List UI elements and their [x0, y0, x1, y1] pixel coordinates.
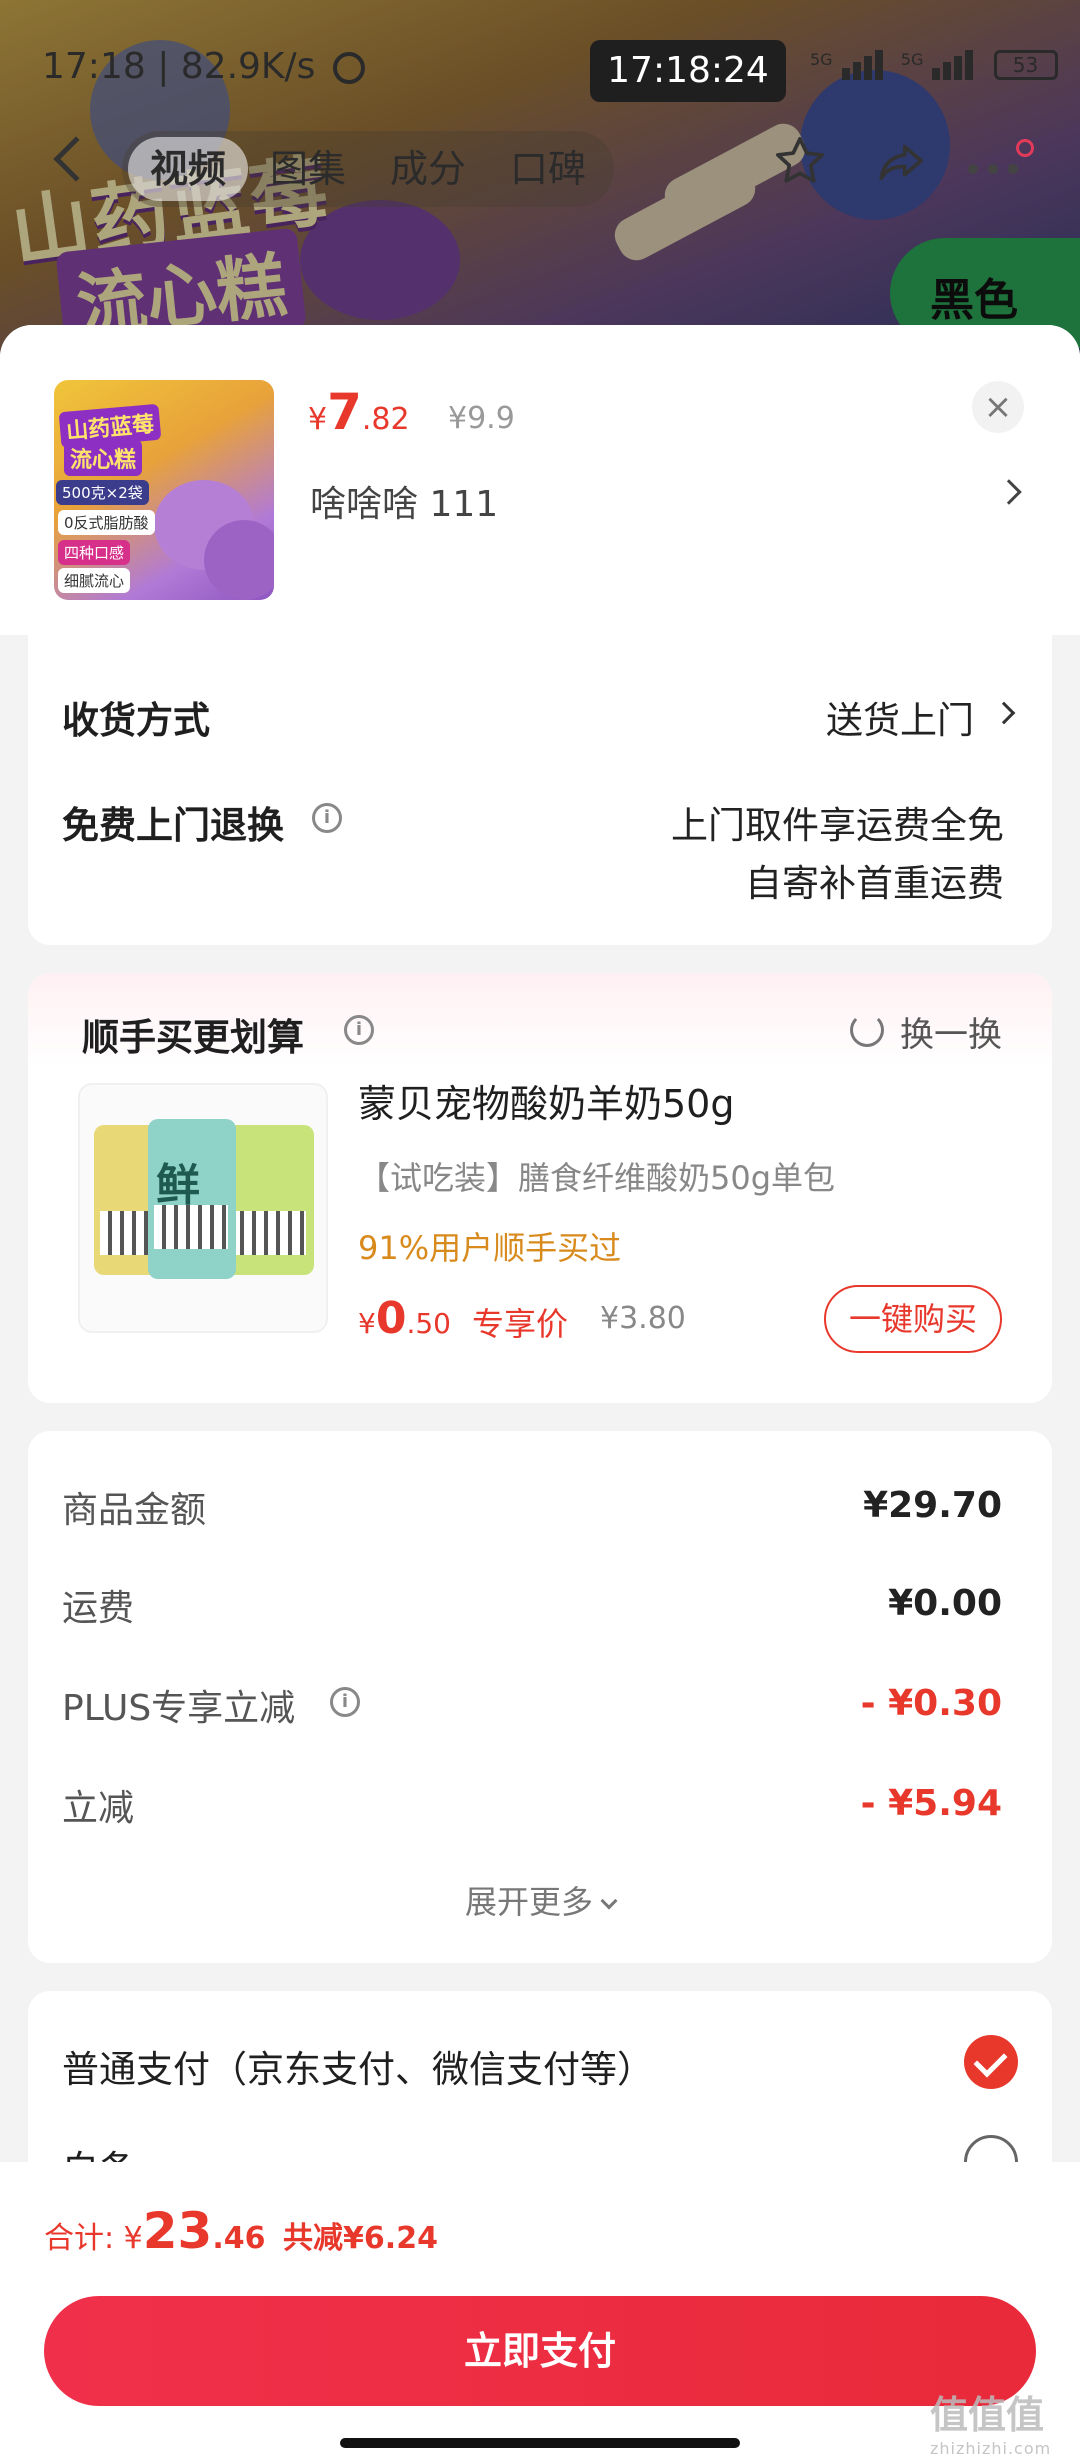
watermark: 值值值 zhizhizhi.com — [930, 2393, 1052, 2458]
time-speed: 17:18 | 82.9K/s — [42, 46, 316, 87]
upsell-purchase-stat: 91%用户顺手买过 — [358, 1229, 622, 1267]
thumb-text: 500克×2袋 — [56, 480, 149, 505]
home-indicator[interactable] — [340, 2438, 740, 2448]
network-label: 5G — [810, 50, 833, 69]
price-summary-card: 商品金额 ¥29.70 运费 ¥0.00 PLUS专享立减 i - ¥0.30 … — [28, 1431, 1052, 1963]
clock: 17:18:24 — [590, 40, 786, 102]
one-click-buy-button[interactable]: 一键购买 — [824, 1285, 1002, 1353]
expand-more-button[interactable]: 展开更多 — [28, 1877, 1052, 1923]
return-policy-line1: 上门取件享运费全免 — [671, 804, 1004, 847]
delivery-method-label: 收货方式 — [62, 699, 210, 742]
goods-amount-value: ¥29.70 — [863, 1485, 1002, 1526]
info-icon[interactable]: i — [330, 1687, 360, 1717]
battery-icon: 53 — [993, 50, 1058, 80]
signal-bar-icon — [965, 50, 974, 80]
tab-reviews[interactable]: 口碑 — [488, 137, 608, 201]
tab-gallery[interactable]: 图集 — [248, 137, 368, 201]
signal-bar-icon — [943, 62, 952, 80]
selected-spec[interactable]: 啥啥啥 111 — [310, 475, 498, 527]
upsell-thumbnail[interactable]: 鲜 — [78, 1083, 328, 1333]
shipping-value: ¥0.00 — [888, 1583, 1002, 1624]
thumb-text: 流心糕 — [64, 440, 143, 476]
payment-card: 普通支付（京东支付、微信支付等） 白条 — [28, 1991, 1052, 2191]
free-return-label: 免费上门退换 — [62, 804, 284, 847]
plus-discount-label: PLUS专享立减 — [62, 1688, 296, 1729]
total-amount: 合计: ¥23.46 共减¥6.24 — [44, 2202, 438, 2260]
pack-decoration — [226, 1125, 314, 1275]
chevron-down-icon — [600, 1892, 618, 1910]
media-tabs: 视频 图集 成分 口碑 — [122, 131, 615, 207]
signal-bar-icon — [932, 68, 941, 80]
signal-bar-icon — [841, 68, 850, 80]
product-thumbnail[interactable]: 山药蓝莓 流心糕 500克×2袋 0反式脂肪酸 四种口感 细腻流心 — [54, 380, 274, 600]
alarm-icon — [332, 52, 365, 84]
screen: 山药蓝莓 流心糕 黑色 17:18 | 82.9K/s 17:18:24 5G … — [0, 0, 1080, 2460]
tab-ingredients[interactable]: 成分 — [368, 137, 488, 201]
signal-bar-icon — [874, 50, 883, 80]
status-left: 17:18 | 82.9K/s — [42, 46, 365, 87]
status-right: 5G 5G 53 — [800, 50, 1058, 90]
original-price: ¥9.9 — [448, 401, 515, 436]
instant-discount-value: - ¥5.94 — [860, 1783, 1002, 1824]
pack-decoration: 鲜 — [148, 1119, 236, 1279]
thumb-text: 细腻流心 — [58, 568, 131, 593]
upsell-title: 顺手买更划算 — [82, 1016, 304, 1059]
info-icon[interactable]: i — [344, 1015, 374, 1045]
shipping-label: 运费 — [62, 1588, 135, 1629]
total-reduce: 共减¥6.24 — [283, 2221, 438, 2256]
network-label: 5G — [900, 50, 924, 69]
upsell-original-price: ¥3.80 — [600, 1301, 686, 1336]
upsell-product-name[interactable]: 蒙贝宠物酸奶羊奶50g — [358, 1073, 734, 1128]
upsell-card: 顺手买更划算 i 换一换 鲜 蒙贝宠物酸奶羊奶50g 【试吃装】膳食纤维酸奶50… — [28, 973, 1052, 1403]
delivery-card: 收货方式 送货上门 免费上门退换 i 上门取件享运费全免 自寄补首重运费 — [28, 635, 1052, 945]
tab-video[interactable]: 视频 — [128, 137, 249, 201]
share-icon[interactable] — [872, 135, 928, 191]
return-policy-line2: 自寄补首重运费 — [745, 862, 1004, 905]
status-bar: 17:18 | 82.9K/s 17:18:24 5G 5G 53 — [0, 40, 1080, 102]
payment-option-normal[interactable]: 普通支付（京东支付、微信支付等） — [62, 2039, 654, 2093]
signal-bar-icon — [852, 62, 861, 80]
pay-now-button[interactable]: 立即支付 — [44, 2296, 1036, 2406]
upsell-product-subtitle: 【试吃装】膳食纤维酸奶50g单包 — [358, 1159, 836, 1197]
chevron-right-icon[interactable] — [996, 479, 1022, 505]
goods-amount-label: 商品金额 — [62, 1490, 207, 1531]
refresh-icon[interactable] — [850, 1013, 884, 1047]
instant-discount-label: 立减 — [62, 1788, 135, 1829]
radio-checked-icon[interactable] — [964, 2035, 1018, 2089]
bun-decoration — [204, 520, 274, 600]
delivery-method-value[interactable]: 送货上门 — [826, 690, 974, 744]
current-price: ¥7.82 — [308, 383, 410, 441]
top-nav: 视频 图集 成分 口碑 — [0, 125, 1080, 215]
upsell-price: ¥0.50 — [358, 1293, 451, 1344]
order-sheet: 山药蓝莓 流心糕 500克×2袋 0反式脂肪酸 四种口感 细腻流心 ¥7.82 … — [0, 325, 1080, 2460]
signal-bar-icon — [863, 56, 872, 80]
refresh-button[interactable]: 换一换 — [900, 1007, 1002, 1056]
chevron-right-icon[interactable] — [992, 701, 1016, 725]
info-icon[interactable]: i — [312, 803, 342, 833]
signal-bar-icon — [954, 56, 963, 80]
more-icon[interactable] — [968, 159, 1038, 174]
favorite-star-icon[interactable] — [772, 133, 828, 189]
checkout-footer: 合计: ¥23.46 共减¥6.24 立即支付 值值值 zhizhizhi.com — [0, 2162, 1080, 2460]
back-icon[interactable] — [53, 136, 99, 182]
exclusive-price-tag: 专享价 — [472, 1305, 569, 1343]
thumb-text: 0反式脂肪酸 — [58, 510, 155, 535]
notification-dot-icon — [1016, 139, 1034, 157]
close-button[interactable]: × — [972, 381, 1024, 433]
product-header: 山药蓝莓 流心糕 500克×2袋 0反式脂肪酸 四种口感 细腻流心 ¥7.82 … — [0, 325, 1080, 635]
plus-discount-value: - ¥0.30 — [860, 1683, 1002, 1724]
thumb-text: 四种口感 — [58, 540, 131, 565]
